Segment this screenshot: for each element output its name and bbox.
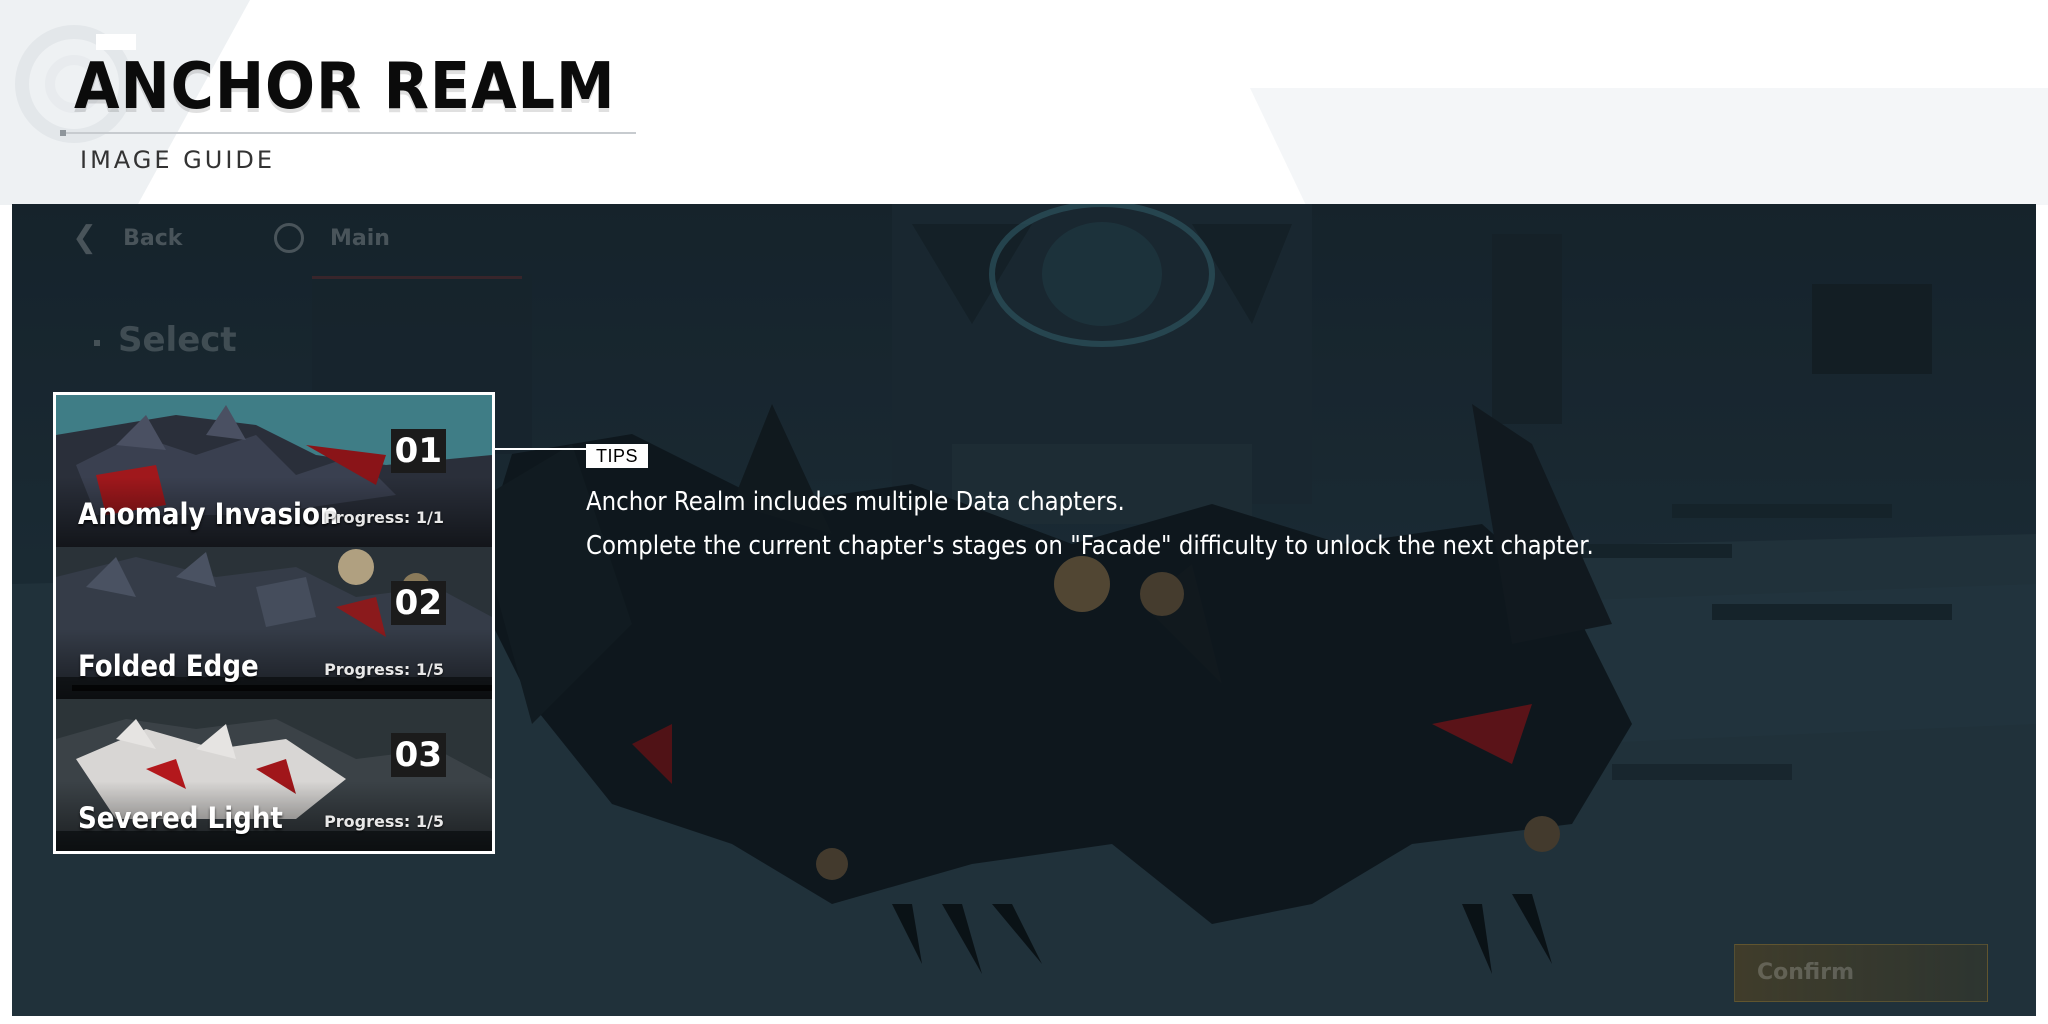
select-heading: Select	[118, 320, 237, 360]
page-subtitle: IMAGE GUIDE	[80, 146, 276, 174]
main-button[interactable]: Main	[274, 218, 390, 258]
chapter-list: 01 Anomaly Invasion Progress: 1/1 02 Fol…	[53, 392, 495, 854]
chapter-number: 01	[390, 429, 446, 473]
title-divider-marker	[60, 130, 66, 136]
tips-line-2: Complete the current chapter's stages on…	[586, 531, 1594, 561]
back-label: Back	[123, 225, 183, 251]
back-button[interactable]: ❮ Back	[72, 218, 182, 258]
title-divider	[60, 132, 636, 134]
chapter-progress: Progress: 1/1	[324, 508, 444, 527]
nav-underline	[312, 276, 522, 279]
main-label: Main	[330, 225, 390, 251]
tips-tag: TIPS	[586, 444, 649, 468]
chapter-card-anomaly-invasion[interactable]: 01 Anomaly Invasion Progress: 1/1	[56, 395, 492, 547]
guide-page: ANCHOR REALM IMAGE GUIDE ❮ Back Main Sel…	[0, 0, 2048, 1024]
chapter-progress: Progress: 1/5	[324, 660, 444, 679]
chapter-card-severed-light[interactable]: 03 Severed Light Progress: 1/5	[56, 699, 492, 851]
home-ring-icon	[274, 223, 304, 253]
chapter-name: Severed Light	[78, 801, 283, 835]
chevron-left-icon: ❮	[72, 220, 98, 255]
chapter-name: Anomaly Invasion	[78, 497, 339, 531]
chapter-progress: Progress: 1/5	[324, 812, 444, 831]
page-title: ANCHOR REALM	[74, 50, 616, 124]
confirm-button[interactable]: Confirm	[1734, 944, 1988, 1002]
chapter-number: 03	[390, 733, 446, 777]
chapter-number: 02	[390, 581, 446, 625]
tips-connector-line	[495, 448, 587, 450]
select-marker	[94, 340, 100, 346]
game-screenshot: ❮ Back Main Select 01 Anomaly Invasion P…	[12, 204, 2036, 1016]
chapter-card-folded-edge[interactable]: 02 Folded Edge Progress: 1/5	[56, 547, 492, 699]
chapter-name: Folded Edge	[78, 649, 259, 683]
tips-text: Anchor Realm includes multiple Data chap…	[586, 480, 1594, 568]
header-decoration-right	[1250, 88, 2048, 205]
tips-line-1: Anchor Realm includes multiple Data chap…	[586, 487, 1125, 517]
chapter-progress-bar	[72, 685, 492, 691]
